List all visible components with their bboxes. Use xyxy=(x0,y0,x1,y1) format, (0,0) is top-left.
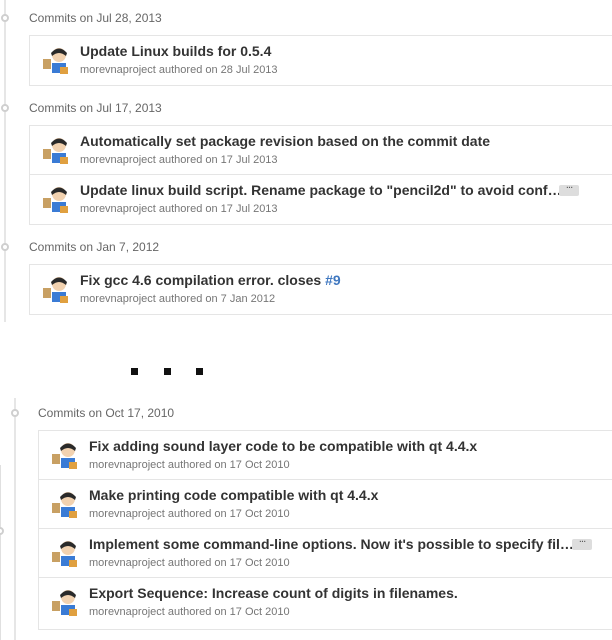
commit-title-link[interactable]: Update Linux builds for 0.5.4 xyxy=(80,43,271,59)
commit-author-link[interactable]: morevnaproject xyxy=(89,606,165,618)
commit-row[interactable]: Fix adding sound layer code to be compat… xyxy=(39,431,612,480)
commit-author-link[interactable]: morevnaproject xyxy=(80,154,156,166)
commit-row[interactable]: Update linux build script. Rename packag… xyxy=(30,175,612,224)
commit-row[interactable]: Update Linux builds for 0.5.4 morevnapro… xyxy=(30,36,612,85)
commit-group-header: Commits on Jan 7, 2012 xyxy=(29,240,160,254)
commit-meta: morevnaproject authored on 17 Jul 2013 xyxy=(80,154,278,166)
gap-indicator-dot xyxy=(131,368,138,375)
commit-title-link[interactable]: Automatically set package revision based… xyxy=(80,133,490,149)
commit-title-link[interactable]: Update linux build script. Rename packag… xyxy=(80,182,562,198)
commit-row[interactable]: Implement some command-line options. Now… xyxy=(39,529,612,578)
commit-title-link[interactable]: Fix gcc 4.6 compilation error. closes xyxy=(80,272,325,288)
commit-group-header: Commits on Oct 17, 2010 xyxy=(38,406,175,420)
commit-row[interactable]: Fix gcc 4.6 compilation error. closes #9… xyxy=(30,265,612,314)
commit-date: authored on 7 Jan 2012 xyxy=(158,293,276,305)
commit-author-link[interactable]: morevnaproject xyxy=(80,64,156,76)
avatar-icon[interactable] xyxy=(40,135,70,165)
commit-author-link[interactable]: morevnaproject xyxy=(89,508,165,520)
timeline-dot-icon xyxy=(1,14,9,22)
expand-description-button[interactable]: ··· xyxy=(572,538,592,550)
gap-indicator-dot xyxy=(196,368,203,375)
commit-title-link[interactable]: Fix adding sound layer code to be compat… xyxy=(89,438,477,454)
commit-meta: morevnaproject authored on 17 Oct 2010 xyxy=(89,459,290,471)
commit-title: Fix gcc 4.6 compilation error. closes #9 xyxy=(80,272,341,288)
avatar-icon[interactable] xyxy=(40,184,70,214)
commit-date: authored on 17 Oct 2010 xyxy=(167,459,290,471)
avatar-icon[interactable] xyxy=(40,274,70,304)
commit-meta: morevnaproject authored on 17 Oct 2010 xyxy=(89,557,290,569)
commit-date: authored on 17 Jul 2013 xyxy=(158,154,278,166)
commit-group-header: Commits on Jul 28, 2013 xyxy=(29,11,162,25)
expand-description-button[interactable]: ··· xyxy=(559,184,579,196)
commit-title-link[interactable]: Implement some command-line options. Now… xyxy=(89,536,574,552)
issue-link[interactable]: #9 xyxy=(325,272,341,288)
commit-row[interactable]: Automatically set package revision based… xyxy=(30,126,612,175)
avatar-icon[interactable] xyxy=(49,489,79,519)
commit-date: authored on 28 Jul 2013 xyxy=(158,64,278,76)
commit-meta: morevnaproject authored on 28 Jul 2013 xyxy=(80,64,278,76)
timeline-dot-icon xyxy=(1,104,9,112)
commit-group-header: Commits on Jul 17, 2013 xyxy=(29,101,162,115)
commit-author-link[interactable]: morevnaproject xyxy=(89,557,165,569)
commit-meta: morevnaproject authored on 7 Jan 2012 xyxy=(80,293,275,305)
commit-author-link[interactable]: morevnaproject xyxy=(80,203,156,215)
commit-date: authored on 17 Jul 2013 xyxy=(158,203,278,215)
commit-list: Fix adding sound layer code to be compat… xyxy=(38,430,612,630)
commit-author-link[interactable]: morevnaproject xyxy=(89,459,165,471)
commit-list: Fix gcc 4.6 compilation error. closes #9… xyxy=(29,264,612,315)
commit-list: Automatically set package revision based… xyxy=(29,125,612,225)
commit-title-link[interactable]: Export Sequence: Increase count of digit… xyxy=(89,585,458,601)
avatar-icon[interactable] xyxy=(49,440,79,470)
timeline-dot-icon xyxy=(11,409,19,417)
commit-author-link[interactable]: morevnaproject xyxy=(80,293,156,305)
timeline-line-top xyxy=(4,0,6,322)
timeline-dot-icon xyxy=(0,527,4,535)
commit-date: authored on 17 Oct 2010 xyxy=(167,508,290,520)
timeline-line-bottom xyxy=(14,398,16,640)
commit-row[interactable]: Export Sequence: Increase count of digit… xyxy=(39,578,612,627)
commit-title-link[interactable]: Make printing code compatible with qt 4.… xyxy=(89,487,378,503)
commit-date: authored on 17 Oct 2010 xyxy=(167,606,290,618)
commit-meta: morevnaproject authored on 17 Jul 2013 xyxy=(80,203,278,215)
avatar-icon[interactable] xyxy=(40,45,70,75)
commit-meta: morevnaproject authored on 17 Oct 2010 xyxy=(89,606,290,618)
gap-indicator-dot xyxy=(164,368,171,375)
timeline-dot-icon xyxy=(1,243,9,251)
avatar-icon[interactable] xyxy=(49,587,79,617)
commit-date: authored on 17 Oct 2010 xyxy=(167,557,290,569)
avatar-icon[interactable] xyxy=(49,538,79,568)
commit-list: Update Linux builds for 0.5.4 morevnapro… xyxy=(29,35,612,86)
commit-meta: morevnaproject authored on 17 Oct 2010 xyxy=(89,508,290,520)
timeline-line-edge xyxy=(0,465,1,640)
commit-row[interactable]: Make printing code compatible with qt 4.… xyxy=(39,480,612,529)
